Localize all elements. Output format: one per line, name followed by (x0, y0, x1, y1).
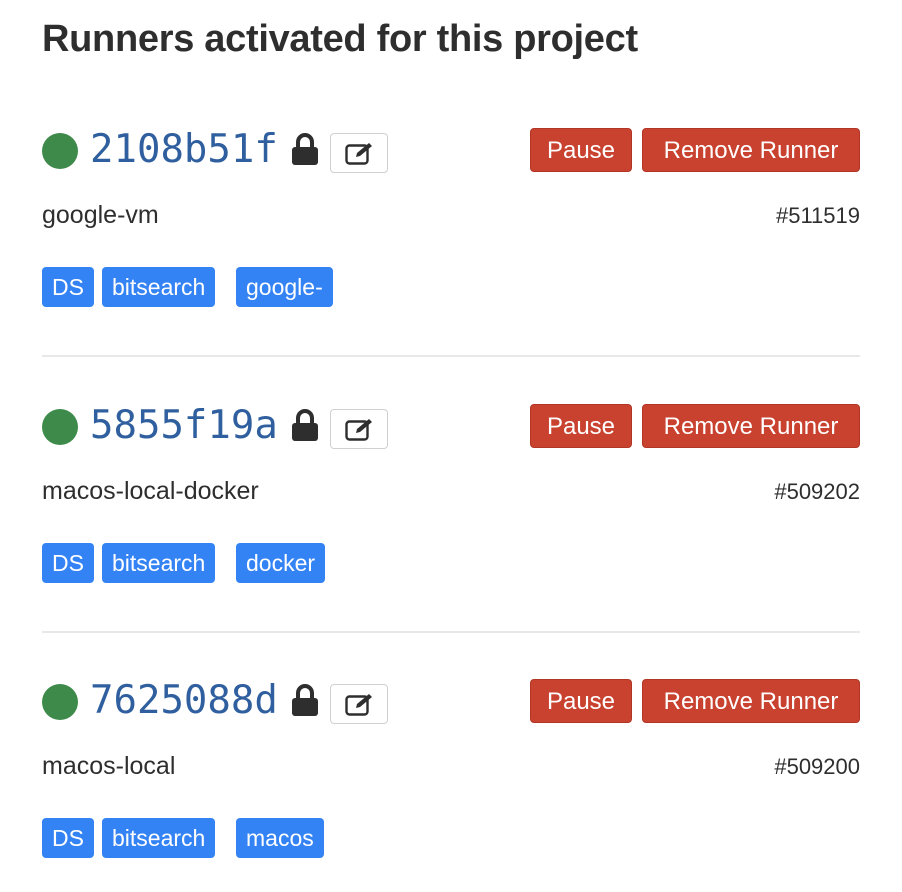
lock-icon (290, 408, 320, 442)
tag-badge: docker (236, 543, 326, 583)
runner-id: #511519 (775, 203, 860, 228)
lock-icon (290, 683, 320, 717)
lock-icon (290, 132, 320, 166)
tag-badge: DS (42, 543, 94, 583)
status-online-indicator (42, 133, 78, 169)
pause-button[interactable]: Pause (530, 128, 632, 172)
tag-badge: DS (42, 267, 94, 307)
tag-badge: google-vm (236, 267, 333, 340)
runner-id: #509200 (774, 754, 860, 779)
tag-badge: bitsearch (102, 543, 216, 583)
status-online-indicator (42, 684, 78, 720)
runner-item: 5855f19a Pause Remove Runner macos-local… (42, 403, 860, 606)
runner-token-link[interactable]: 7625088d (90, 677, 278, 725)
edit-icon (345, 419, 372, 441)
remove-runner-button[interactable]: Remove Runner (642, 128, 860, 172)
page-title: Runners activated for this project (42, 18, 638, 60)
tag-badge: DS (42, 818, 94, 858)
runner-id: #509202 (774, 479, 860, 504)
runner-item: 7625088d Pause Remove Runner macos-local… (42, 678, 860, 881)
edit-icon (345, 694, 372, 716)
edit-runner-button[interactable] (330, 133, 388, 173)
pause-button[interactable]: Pause (530, 679, 632, 723)
tag-badge: macos (236, 818, 324, 858)
pause-button[interactable]: Pause (530, 404, 632, 448)
status-online-indicator (42, 409, 78, 445)
runner-description: macos-local (42, 752, 176, 780)
runner-description: macos-local-docker (42, 477, 259, 505)
runner-item: 2108b51f Pause Remove Runner google-vm #… (42, 127, 860, 340)
edit-icon (345, 143, 372, 165)
tag-badge: bitsearch (102, 267, 216, 307)
divider (42, 631, 860, 633)
runner-token-link[interactable]: 2108b51f (90, 126, 278, 174)
runner-description: google-vm (42, 201, 159, 229)
divider (42, 355, 860, 357)
remove-runner-button[interactable]: Remove Runner (642, 679, 860, 723)
tag-badge: bitsearch (102, 818, 216, 858)
edit-runner-button[interactable] (330, 409, 388, 449)
remove-runner-button[interactable]: Remove Runner (642, 404, 860, 448)
edit-runner-button[interactable] (330, 684, 388, 724)
runner-token-link[interactable]: 5855f19a (90, 402, 278, 450)
